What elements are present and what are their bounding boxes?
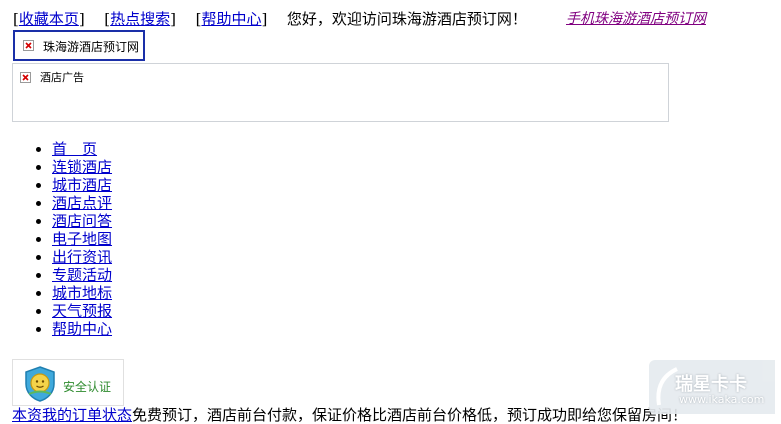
nav-item-special-events: 专题活动	[52, 266, 112, 284]
bracket-close: ]	[78, 10, 85, 28]
hot-search-link[interactable]: 热点搜索	[110, 10, 170, 28]
nav-item-travel-news: 出行资讯	[52, 248, 112, 266]
nav-item-city-hotels: 城市酒店	[52, 176, 112, 194]
nav-link-hotel-reviews[interactable]: 酒店点评	[52, 194, 112, 212]
nav-link-city-hotels[interactable]: 城市酒店	[52, 176, 112, 194]
nav-link-map[interactable]: 电子地图	[52, 230, 112, 248]
nav-link-special-events[interactable]: 专题活动	[52, 266, 112, 284]
nav-item-hotel-qa: 酒店问答	[52, 212, 112, 230]
help-center-link[interactable]: 帮助中心	[201, 10, 261, 28]
site-logo[interactable]: 珠海游酒店预订网	[13, 30, 145, 61]
nav-item-chain-hotels: 连锁酒店	[52, 158, 112, 176]
mobile-site-link[interactable]: 手机珠海游酒店预订网	[566, 9, 706, 29]
welcome-text: 您好，欢迎访问珠海游酒店预订网！	[286, 10, 527, 28]
logo-alt-text: 珠海游酒店预订网	[43, 40, 140, 54]
ad-alt-text: 酒店广告	[40, 71, 84, 84]
security-label: 安全认证	[63, 380, 112, 394]
bracket-close: ]	[261, 10, 268, 28]
nav-item-landmarks: 城市地标	[52, 284, 112, 302]
nav-link-landmarks[interactable]: 城市地标	[52, 284, 112, 302]
nav-link-chain-hotels[interactable]: 连锁酒店	[52, 158, 112, 176]
nav-link-travel-news[interactable]: 出行资讯	[52, 248, 112, 266]
main-nav: 首 页 连锁酒店 城市酒店 酒店点评 酒店问答 电子地图 出行资讯 专题活动 城…	[34, 140, 112, 338]
nav-item-home: 首 页	[52, 140, 112, 158]
broken-image-icon	[23, 40, 34, 51]
watermark-url: www.ikaka.com	[679, 393, 765, 406]
nav-link-home[interactable]: 首 页	[52, 140, 97, 158]
rising-watermark: 瑞星卡卡 www.ikaka.com	[649, 360, 775, 414]
hotel-ad-banner[interactable]: 酒店广告	[12, 63, 669, 122]
my-order-status-link[interactable]: 本资我的订单状态	[12, 406, 132, 424]
nav-link-weather[interactable]: 天气预报	[52, 302, 112, 320]
bracket-close: ]	[170, 10, 177, 28]
top-links-bar: [收藏本页] [热点搜索] [帮助中心] 您好，欢迎访问珠海游酒店预订网！	[13, 9, 527, 29]
nav-item-help-center: 帮助中心	[52, 320, 112, 338]
shield-icon	[21, 365, 59, 407]
nav-link-hotel-qa[interactable]: 酒店问答	[52, 212, 112, 230]
nav-item-map: 电子地图	[52, 230, 112, 248]
booking-promo-text: 免费预订，酒店前台付款，保证价格比酒店前台价格低，预订成功即给您保留房间！	[132, 406, 688, 424]
favorite-link[interactable]: 收藏本页	[19, 10, 79, 28]
nav-item-weather: 天气预报	[52, 302, 112, 320]
broken-image-icon	[20, 72, 31, 83]
booking-promo-line: 本资我的订单状态免费预订，酒店前台付款，保证价格比酒店前台价格低，预订成功即给您…	[12, 406, 687, 424]
nav-item-hotel-reviews: 酒店点评	[52, 194, 112, 212]
security-certification-badge[interactable]: 安全认证	[12, 359, 124, 406]
nav-link-help-center[interactable]: 帮助中心	[52, 320, 112, 338]
